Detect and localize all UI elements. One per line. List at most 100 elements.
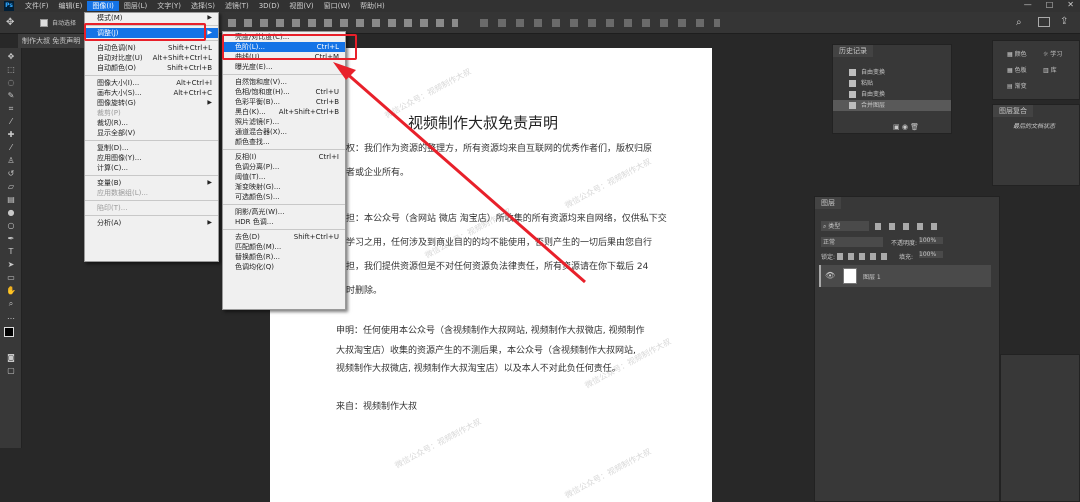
adjust_menu-item[interactable]: 反相(I) Ctrl+I: [223, 152, 345, 162]
adjust_menu-item[interactable]: 自然饱和度(V)...: [223, 77, 345, 87]
align-icons[interactable]: [228, 19, 458, 27]
marquee-icon[interactable]: ⬚: [5, 65, 17, 74]
image_menu-item[interactable]: 自动色调(N) Shift+Ctrl+L: [85, 43, 218, 53]
adjust_menu-item[interactable]: 色调均化(Q): [223, 262, 345, 272]
tab-layer-comps[interactable]: 图层复合: [993, 105, 1033, 117]
adjust_menu-item[interactable]: 照片滤镜(F)...: [223, 117, 345, 127]
search-icon[interactable]: ⌕: [1016, 17, 1022, 28]
crop-icon[interactable]: ⌗: [5, 104, 17, 113]
image_menu-item[interactable]: 图像旋转(G) ▶: [85, 98, 218, 108]
minimize-button[interactable]: —: [1024, 0, 1032, 9]
eye-icon[interactable]: 👁: [825, 271, 835, 280]
history-footer-icons[interactable]: ▣ ◉ 🗑: [893, 123, 919, 131]
image_menu-item[interactable]: 自动对比度(U) Alt+Shift+Ctrl+L: [85, 53, 218, 63]
brush-icon[interactable]: ⁄: [5, 143, 17, 152]
panel-item-libraries[interactable]: ▥ 库: [1043, 65, 1057, 74]
type-icon[interactable]: T: [5, 247, 17, 256]
tab-history[interactable]: 历史记录: [833, 45, 873, 57]
stamp-icon[interactable]: ♙: [5, 156, 17, 165]
history-item[interactable]: 自由变换: [833, 67, 951, 78]
image_menu-item[interactable]: 画布大小(S)... Alt+Ctrl+C: [85, 88, 218, 98]
maximize-button[interactable]: □: [1046, 0, 1054, 9]
workspace-icon[interactable]: [1038, 17, 1050, 27]
layer-row[interactable]: 👁 图层 1: [819, 265, 991, 287]
image_menu-item[interactable]: 裁切(R)...: [85, 118, 218, 128]
adjust_menu-item[interactable]: 黑白(K)... Alt+Shift+Ctrl+B: [223, 107, 345, 117]
panel-item-gradient[interactable]: ▤ 渐变: [1007, 81, 1027, 90]
3d-mode-icons[interactable]: [480, 19, 720, 27]
blur-icon[interactable]: ●: [5, 208, 17, 217]
document-tab[interactable]: 制作大叔 免责声明: [18, 34, 88, 48]
menu-help[interactable]: 帮助(H): [355, 1, 390, 11]
blend-mode-select[interactable]: 正常: [821, 237, 883, 247]
image_menu-item[interactable]: 应用图像(Y)...: [85, 153, 218, 163]
menu-type[interactable]: 文字(Y): [152, 1, 186, 11]
menu-image[interactable]: 图像(I): [87, 1, 119, 11]
auto-select-checkbox[interactable]: [40, 19, 48, 27]
share-icon[interactable]: ⇪: [1060, 16, 1068, 27]
menu-layer[interactable]: 图层(L): [119, 1, 152, 11]
adjust_menu-item[interactable]: 色相/饱和度(H)... Ctrl+U: [223, 87, 345, 97]
menu-view[interactable]: 视图(V): [284, 1, 318, 11]
image_menu-item[interactable]: 复制(D)...: [85, 143, 218, 153]
panel-item-color[interactable]: ▦ 颜色: [1007, 49, 1027, 58]
eraser-icon[interactable]: ▱: [5, 182, 17, 191]
foreground-color[interactable]: [4, 327, 14, 337]
zoom-icon[interactable]: ⌕: [5, 299, 17, 308]
menu-3d[interactable]: 3D(D): [254, 2, 285, 10]
quick-select-icon[interactable]: ✎: [5, 91, 17, 100]
adjust_menu-item[interactable]: 匹配颜色(M)...: [223, 242, 345, 252]
tab-layers[interactable]: 图层: [815, 197, 841, 209]
menu-filter[interactable]: 滤镜(T): [220, 1, 254, 11]
menu-select[interactable]: 选择(S): [186, 1, 220, 11]
close-button[interactable]: ✕: [1067, 0, 1074, 9]
adjust_menu-item[interactable]: 渐变映射(G)...: [223, 182, 345, 192]
image_menu-item[interactable]: 图像大小(I)... Alt+Ctrl+I: [85, 78, 218, 88]
move-tool-icon[interactable]: ✥: [6, 17, 14, 28]
more-tools-icon[interactable]: …: [5, 312, 17, 321]
adjust_menu-item[interactable]: 替换颜色(R)...: [223, 252, 345, 262]
lasso-icon[interactable]: ◌: [5, 78, 17, 87]
path-select-icon[interactable]: ➤: [5, 260, 17, 269]
fill-value[interactable]: 100%: [919, 251, 943, 258]
layer-name[interactable]: 图层 1: [863, 272, 881, 281]
opacity-value[interactable]: 100%: [919, 237, 943, 244]
healing-icon[interactable]: ✚: [5, 130, 17, 139]
lock-icons[interactable]: [837, 253, 887, 260]
history-item[interactable]: 自由变换: [833, 89, 951, 100]
adjust_menu-item[interactable]: 可选颜色(S)...: [223, 192, 345, 202]
adjust_menu-item[interactable]: 色调分离(P)...: [223, 162, 345, 172]
adjust_menu-item[interactable]: 通道混合器(X)...: [223, 127, 345, 137]
hand-icon[interactable]: ✋: [5, 286, 17, 295]
history-item[interactable]: 合并图层: [833, 100, 951, 111]
image_menu-item[interactable]: 显示全部(V): [85, 128, 218, 138]
image_menu-item[interactable]: 变量(B) ▶: [85, 178, 218, 188]
menu-edit[interactable]: 编辑(E): [54, 1, 88, 11]
image_menu-item[interactable]: 自动颜色(O) Shift+Ctrl+B: [85, 63, 218, 73]
screen-mode-icon[interactable]: ▢: [5, 366, 17, 375]
adjust_menu-item[interactable]: 去色(D) Shift+Ctrl+U: [223, 232, 345, 242]
panel-item-swatches[interactable]: ▦ 色板: [1007, 65, 1027, 74]
adjust_menu-item[interactable]: HDR 色调...: [223, 217, 345, 227]
image_menu-item[interactable]: 分析(A) ▶: [85, 218, 218, 228]
move-icon[interactable]: ✥: [5, 52, 17, 61]
adjust_menu-item[interactable]: 色彩平衡(B)... Ctrl+B: [223, 97, 345, 107]
eyedropper-icon[interactable]: ⁄: [5, 117, 17, 126]
image_menu-item[interactable]: 模式(M) ▶: [85, 13, 218, 23]
menu-window[interactable]: 窗口(W): [319, 1, 355, 11]
shape-icon[interactable]: ▭: [5, 273, 17, 282]
adjust_menu-item[interactable]: 颜色查找...: [223, 137, 345, 147]
history-brush-icon[interactable]: ↺: [5, 169, 17, 178]
menu-file[interactable]: 文件(F): [20, 1, 54, 11]
image_menu-item[interactable]: 计算(C)...: [85, 163, 218, 173]
gradient-icon[interactable]: ▤: [5, 195, 17, 204]
adjust_menu-item[interactable]: 阴影/高光(W)...: [223, 207, 345, 217]
panel-item-learn[interactable]: ☼ 学习: [1043, 49, 1062, 58]
dodge-icon[interactable]: ○: [5, 221, 17, 230]
adjust_menu-item[interactable]: 阈值(T)...: [223, 172, 345, 182]
adjust_menu-item[interactable]: 曝光度(E)...: [223, 62, 345, 72]
filter-icons[interactable]: [875, 223, 945, 230]
pen-icon[interactable]: ✒: [5, 234, 17, 243]
history-item[interactable]: 粘贴: [833, 78, 951, 89]
color-swatches[interactable]: [0, 327, 21, 349]
